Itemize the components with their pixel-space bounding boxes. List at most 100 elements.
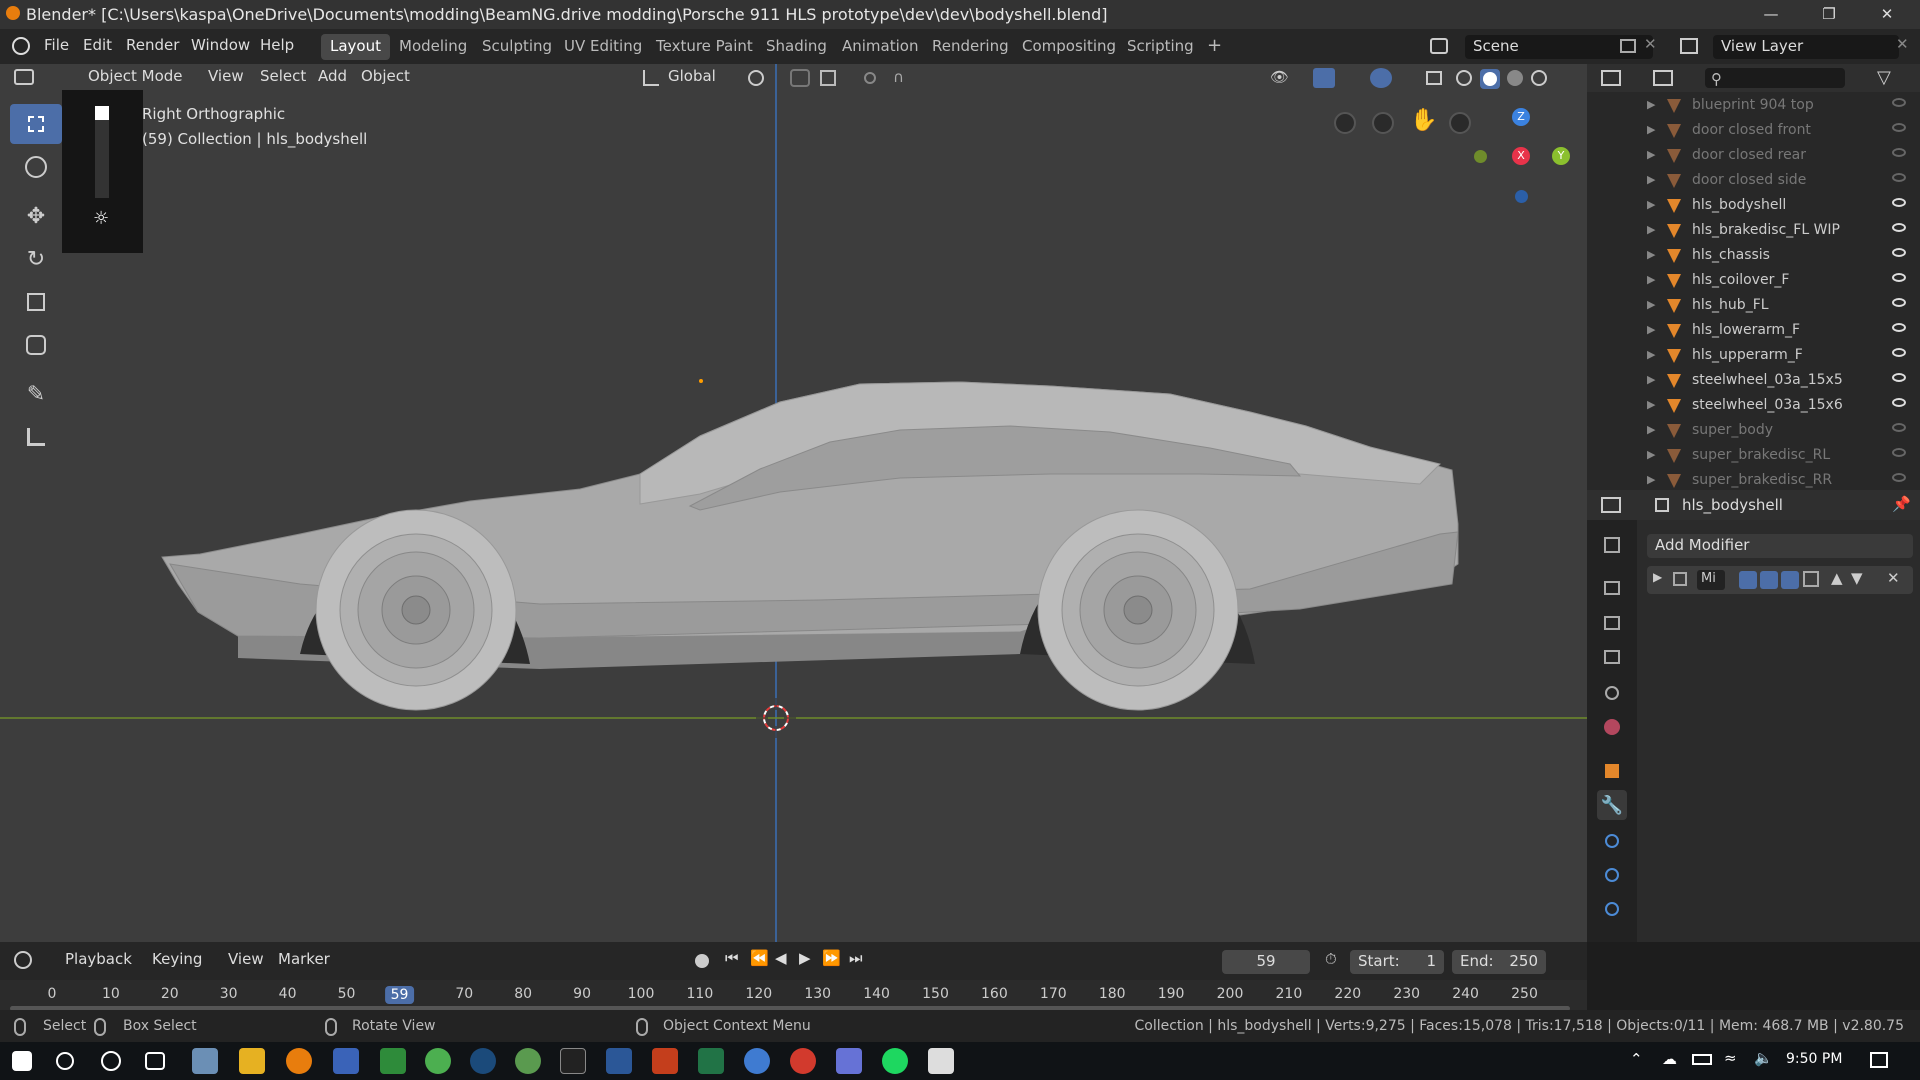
falloff-icon[interactable]: ∩ xyxy=(893,68,904,86)
blender-menu-icon[interactable] xyxy=(12,37,30,55)
outliner-item[interactable]: ▶ hls_lowerarm_F xyxy=(1587,319,1920,344)
physics-tab-icon[interactable] xyxy=(1597,860,1627,890)
expand-arrow-icon[interactable]: ▶ xyxy=(1647,148,1655,161)
menu-window[interactable]: Window xyxy=(191,36,250,54)
viewport-toggle-icon[interactable] xyxy=(1760,571,1778,589)
outliner-item[interactable]: ▶ hls_chassis xyxy=(1587,244,1920,269)
move-tool[interactable]: ✥ xyxy=(10,196,62,236)
scale-tool[interactable] xyxy=(10,282,62,322)
grid-toggle-icon[interactable] xyxy=(1334,112,1356,134)
blender-taskbar-icon[interactable] xyxy=(286,1048,312,1074)
3d-viewport[interactable]: Object Mode View Select Add Object Globa… xyxy=(0,64,1587,942)
snap-icon[interactable] xyxy=(790,69,810,87)
menu-object[interactable]: Object xyxy=(361,67,410,89)
modifier-name-field[interactable]: Mi xyxy=(1697,570,1725,590)
jump-start-icon[interactable]: ⏮ xyxy=(725,949,739,967)
transform-orientation-icon[interactable] xyxy=(643,70,659,86)
editmode-toggle-icon[interactable] xyxy=(1781,571,1799,589)
select-box-tool[interactable] xyxy=(10,104,62,144)
word-icon[interactable] xyxy=(606,1048,632,1074)
maps-icon[interactable] xyxy=(744,1048,770,1074)
visibility-eye-icon[interactable] xyxy=(1892,398,1906,407)
outliner-item[interactable]: ▶ hls_upperarm_F xyxy=(1587,344,1920,369)
axis-neg-y-icon[interactable] xyxy=(1474,150,1487,163)
outliner-item[interactable]: ▶ hls_bodyshell xyxy=(1587,194,1920,219)
menu-view[interactable]: View xyxy=(208,67,244,89)
next-keyframe-icon[interactable]: ⏩ xyxy=(822,949,841,967)
visibility-eye-icon[interactable] xyxy=(1892,248,1906,257)
rendered-shading-icon[interactable] xyxy=(1531,70,1547,86)
menu-add[interactable]: Add xyxy=(318,67,347,89)
maximize-icon[interactable]: ❐ xyxy=(1806,0,1852,29)
outliner-item[interactable]: ▶ blueprint 904 top xyxy=(1587,94,1920,119)
start-frame-field[interactable]: Start: 1 xyxy=(1350,950,1444,974)
menu-render[interactable]: Render xyxy=(126,36,179,54)
jump-end-icon[interactable]: ⏭ xyxy=(849,949,863,967)
tab-animation[interactable]: Animation xyxy=(833,34,927,60)
expand-arrow-icon[interactable]: ▶ xyxy=(1647,248,1655,261)
overlays-toggle-icon[interactable] xyxy=(1370,68,1392,88)
photos-icon[interactable] xyxy=(928,1048,954,1074)
visibility-eye-icon[interactable] xyxy=(1892,448,1906,457)
menu-help[interactable]: Help xyxy=(260,36,294,54)
expand-arrow-icon[interactable]: ▶ xyxy=(1647,348,1655,361)
visibility-eye-icon[interactable] xyxy=(1892,423,1906,432)
clock-icon[interactable]: ⏱ xyxy=(1325,950,1337,968)
tab-modeling[interactable]: Modeling xyxy=(390,34,476,60)
outliner-item[interactable]: ▶ door closed rear xyxy=(1587,144,1920,169)
steam-icon[interactable] xyxy=(470,1048,496,1074)
wifi-icon[interactable]: ≈ xyxy=(1724,1049,1737,1067)
epic-games-icon[interactable] xyxy=(560,1048,586,1074)
current-frame-field[interactable]: 59 xyxy=(1222,950,1310,974)
expand-arrow-icon[interactable]: ▶ xyxy=(1647,298,1655,311)
zoom-view-icon[interactable] xyxy=(1449,112,1471,134)
camera-view-icon[interactable] xyxy=(1372,112,1394,134)
minimize-icon[interactable]: — xyxy=(1748,0,1794,29)
excel-icon[interactable] xyxy=(698,1048,724,1074)
move-up-icon[interactable]: ▲ xyxy=(1831,569,1843,587)
play-reverse-icon[interactable]: ◀ xyxy=(775,949,787,967)
new-scene-icon[interactable] xyxy=(1620,39,1636,53)
timeline-editor-icon[interactable] xyxy=(14,951,32,969)
powerpoint-icon[interactable] xyxy=(652,1048,678,1074)
view-layer-field[interactable]: View Layer xyxy=(1713,35,1899,59)
battery-icon[interactable] xyxy=(1692,1054,1712,1065)
output-tab-icon[interactable] xyxy=(1597,608,1627,638)
delete-view-layer-icon[interactable]: ✕ xyxy=(1896,35,1909,53)
visibility-eye-icon[interactable] xyxy=(1892,348,1906,357)
notifications-icon[interactable] xyxy=(1870,1052,1888,1068)
proportional-edit-icon[interactable] xyxy=(864,72,876,84)
wireframe-shading-icon[interactable] xyxy=(1456,70,1472,86)
menu-playback[interactable]: Playback xyxy=(65,950,132,972)
expand-arrow-icon[interactable]: ▶ xyxy=(1647,473,1655,486)
outliner-editor-icon[interactable] xyxy=(1601,70,1621,86)
modifier-tab-icon[interactable]: 🔧 xyxy=(1597,790,1627,820)
tab-layout[interactable]: Layout xyxy=(321,34,390,60)
windows-start-icon[interactable] xyxy=(12,1051,32,1071)
view-layer-tab-icon[interactable] xyxy=(1597,642,1627,672)
annotate-tool[interactable]: ✎ xyxy=(10,374,62,414)
outliner-item[interactable]: ▶ door closed front xyxy=(1587,119,1920,144)
scene-tab-icon[interactable] xyxy=(1597,678,1627,708)
tab-scripting[interactable]: Scripting xyxy=(1118,34,1203,60)
remove-modifier-icon[interactable]: ✕ xyxy=(1887,569,1900,587)
filter-icon[interactable]: ▽ xyxy=(1877,67,1891,88)
network-icon[interactable]: ☁ xyxy=(1662,1050,1677,1068)
editor-type-icon[interactable] xyxy=(14,69,34,85)
task-view-icon[interactable] xyxy=(145,1052,165,1070)
expand-arrow-icon[interactable]: ▶ xyxy=(1647,98,1655,111)
gizmo-toggle-icon[interactable] xyxy=(1313,68,1335,88)
view-layer-icon[interactable] xyxy=(1680,38,1698,54)
expand-arrow-icon[interactable]: ▶ xyxy=(1647,123,1655,136)
add-workspace-button[interactable]: + xyxy=(1198,34,1231,60)
visibility-eye-icon[interactable] xyxy=(1892,473,1906,482)
display-mode-icon[interactable] xyxy=(1653,70,1673,86)
expand-arrow-icon[interactable]: ▶ xyxy=(1647,323,1655,336)
outliner-item[interactable]: ▶ hls_coilover_F xyxy=(1587,269,1920,294)
menu-keying[interactable]: Keying xyxy=(152,950,202,972)
visibility-eye-icon[interactable] xyxy=(1892,173,1906,182)
visibility-eye-icon[interactable] xyxy=(1892,323,1906,332)
prev-keyframe-icon[interactable]: ⏪ xyxy=(750,949,769,967)
menu-select[interactable]: Select xyxy=(260,67,306,89)
discord-icon[interactable] xyxy=(836,1048,862,1074)
